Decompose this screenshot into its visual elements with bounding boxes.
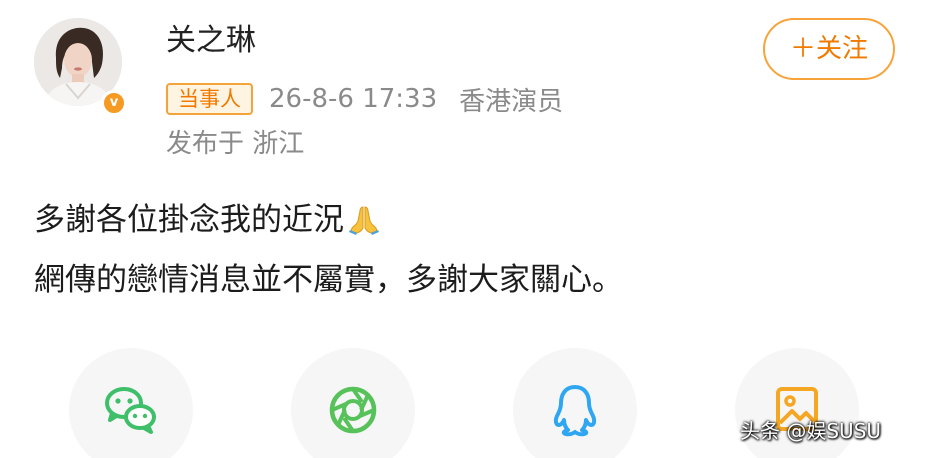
share-wechat-button[interactable]: [69, 348, 193, 458]
username[interactable]: 关之琳: [166, 21, 256, 61]
post-line-1-text: 多謝各位掛念我的近況: [34, 202, 344, 238]
post-body: 多謝各位掛念我的近況 網傳的戀情消息並不屬實，多謝大家關心。: [34, 193, 623, 307]
post-line-2: 網傳的戀情消息並不屬實，多謝大家關心。: [34, 262, 623, 298]
post-line-1: 多謝各位掛念我的近況: [34, 193, 623, 253]
verified-badge-icon: v: [101, 90, 127, 116]
role-badge: 当事人: [166, 83, 253, 115]
follow-button[interactable]: ＋关注: [763, 18, 895, 80]
post-timestamp: 26-8-6 17:33: [269, 84, 438, 114]
moments-icon: [329, 386, 377, 434]
share-moments-button[interactable]: [291, 348, 415, 458]
qq-icon: [553, 385, 597, 437]
post-location: 发布于 浙江: [166, 129, 305, 159]
folded-hands-icon: [348, 199, 380, 253]
wechat-icon: [105, 387, 156, 434]
share-qq-button[interactable]: [513, 348, 637, 458]
user-description: 香港演员: [459, 86, 564, 117]
post-meta: 当事人 26-8-6 17:33 香港演员: [166, 82, 564, 117]
weibo-post-card: v 关之琳 当事人 26-8-6 17:33 香港演员 发布于 浙江 ＋关注 多…: [0, 0, 930, 458]
watermark: 头条 @娱SUSU: [740, 419, 882, 443]
